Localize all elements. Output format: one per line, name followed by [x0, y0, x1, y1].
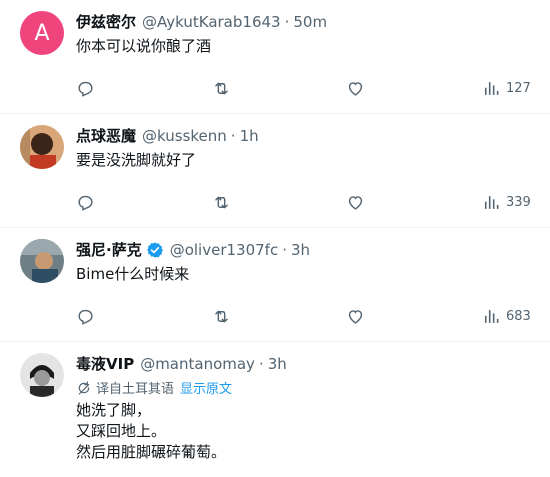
retweet-button[interactable]	[212, 193, 231, 212]
views-icon	[484, 196, 499, 209]
separator-dot: ·	[258, 354, 264, 373]
retweet-button[interactable]	[212, 307, 231, 326]
tweet-header: 强尼·萨克 @oliver1307fc · 3h	[76, 239, 310, 260]
reply-button[interactable]	[76, 79, 95, 98]
separator-dot: ·	[282, 240, 287, 259]
views-count: 127	[506, 81, 531, 96]
retweet-icon	[215, 82, 228, 95]
like-icon	[348, 196, 363, 210]
action-bar: 127	[76, 79, 536, 99]
reply-icon	[78, 81, 93, 97]
avatar[interactable]: A	[20, 11, 64, 55]
display-name[interactable]: 点球恶魔	[76, 125, 136, 146]
reply-icon	[78, 309, 93, 325]
translate-icon	[78, 380, 90, 395]
retweet-button[interactable]	[212, 79, 231, 98]
like-button[interactable]	[346, 307, 365, 326]
user-handle[interactable]: @oliver1307fc	[170, 241, 279, 259]
timestamp[interactable]: 50m	[293, 13, 327, 31]
action-bar: 683	[76, 307, 536, 327]
display-name[interactable]: 强尼·萨克	[76, 239, 142, 260]
user-handle[interactable]: @AykutKarab1643	[142, 13, 281, 31]
views-icon	[484, 82, 499, 95]
action-bar: 339	[76, 193, 536, 213]
timestamp[interactable]: 3h	[268, 355, 287, 373]
avatar[interactable]	[20, 353, 64, 397]
reply-icon	[78, 195, 93, 211]
retweet-icon	[215, 196, 228, 209]
views-count: 683	[506, 309, 531, 324]
translated-from-label: 译自土耳其语	[96, 382, 175, 397]
display-name[interactable]: 伊兹密尔	[76, 11, 136, 32]
retweet-icon	[215, 310, 228, 323]
tweet-3[interactable]: 强尼·萨克 @oliver1307fc · 3h Bime什么时候来 683	[0, 228, 550, 342]
avatar[interactable]	[20, 125, 64, 169]
tweet-text: 要是没洗脚就好了	[76, 151, 197, 169]
tweet-text: Bime什么时候来	[76, 265, 190, 283]
user-handle[interactable]: @mantanomay	[140, 355, 255, 373]
like-icon	[348, 310, 363, 324]
reply-button[interactable]	[76, 193, 95, 212]
views-count: 339	[506, 195, 531, 210]
tweet-text: 她洗了脚， 又踩回地上。 然后用脏脚碾碎葡萄。	[76, 401, 227, 461]
avatar[interactable]	[20, 239, 64, 283]
separator-dot: ·	[284, 12, 290, 31]
verified-badge-icon	[146, 241, 164, 259]
reply-button[interactable]	[76, 307, 95, 326]
tweet-2[interactable]: 点球恶魔 @kusskenn · 1h 要是没洗脚就好了 339	[0, 114, 550, 228]
tweet-1[interactable]: A 伊兹密尔 @AykutKarab1643 · 50m 你本可以说你酿了酒 1…	[0, 0, 550, 114]
like-icon	[348, 82, 363, 96]
tweet-header: 点球恶魔 @kusskenn · 1h	[76, 125, 259, 146]
views-button[interactable]: 339	[481, 193, 531, 212]
tweet-text: 你本可以说你酿了酒	[76, 37, 212, 55]
tweet-header: 毒液VIP @mantanomay · 3h	[76, 353, 287, 374]
timestamp[interactable]: 3h	[291, 241, 310, 259]
user-handle[interactable]: @kusskenn	[142, 127, 227, 145]
show-original-link[interactable]: 显示原文	[180, 378, 232, 397]
tweet-header: 伊兹密尔 @AykutKarab1643 · 50m	[76, 11, 327, 32]
views-icon	[484, 310, 499, 323]
tweet-4[interactable]: 毒液VIP @mantanomay · 3h 译自土耳其语 显示原文 她洗了脚，…	[0, 342, 550, 477]
views-button[interactable]: 127	[481, 79, 531, 98]
separator-dot: ·	[230, 126, 236, 145]
like-button[interactable]	[346, 79, 365, 98]
timestamp[interactable]: 1h	[240, 127, 259, 145]
display-name[interactable]: 毒液VIP	[76, 353, 134, 374]
like-button[interactable]	[346, 193, 365, 212]
translation-note: 译自土耳其语 显示原文	[76, 378, 232, 397]
views-button[interactable]: 683	[481, 307, 531, 326]
